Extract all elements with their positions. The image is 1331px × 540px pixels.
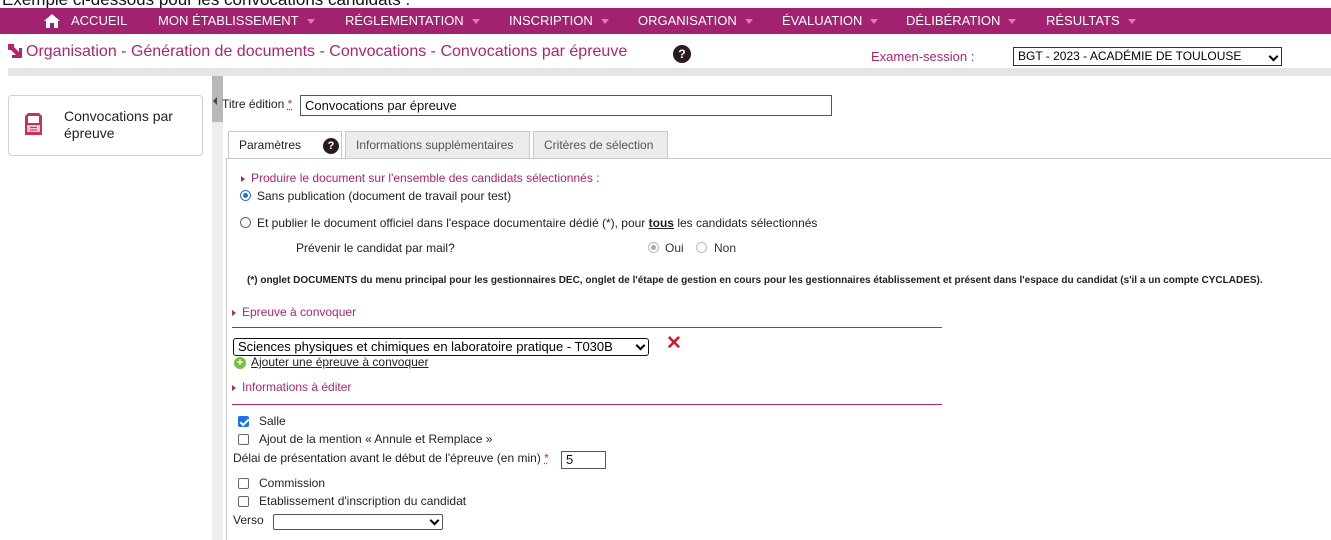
epreuve-select-value: Sciences physiques et chimiques en labor… — [238, 339, 613, 354]
radio-oui[interactable] — [648, 242, 659, 253]
help-icon[interactable]: ? — [323, 138, 339, 154]
triangle-right-icon — [232, 384, 236, 391]
infos-heading: Informations à éditer — [232, 380, 351, 394]
chevron-down-icon — [1008, 19, 1017, 25]
title-edition-label: Titre édition * — [222, 97, 293, 111]
delete-icon[interactable]: ✕ — [666, 334, 682, 353]
tab-informations-supplementaires[interactable]: Informations supplémentaires — [345, 131, 530, 158]
chevron-down-icon — [1268, 51, 1279, 62]
tab-label: Informations supplémentaires — [356, 138, 514, 152]
epreuve-heading: Epreuve à convoquer — [232, 305, 356, 319]
checkbox-etablissement[interactable] — [238, 496, 249, 507]
caption-text: Exemple ci-dessous pour les convocations… — [2, 0, 410, 8]
delai-label: Délai de présentation avant le début de … — [233, 451, 549, 465]
nav-item-evaluation[interactable]: ÉVALUATION — [782, 13, 879, 28]
exam-session-label: Examen-session : — [871, 49, 975, 64]
checkbox-commission-label: Commission — [259, 476, 326, 490]
document-print-icon — [25, 113, 42, 135]
caption-text-strip: Exemple ci-dessous pour les convocations… — [0, 0, 1331, 8]
required-mark: * — [544, 451, 549, 465]
radio-publier[interactable] — [240, 217, 251, 228]
home-icon[interactable] — [44, 14, 60, 28]
header-divider — [8, 68, 1331, 76]
produire-heading: Produire le document sur l'ensemble des … — [241, 171, 600, 185]
section-divider — [232, 404, 942, 405]
nav-item-resultats[interactable]: RÉSULTATS — [1046, 13, 1136, 28]
chevron-down-icon — [429, 515, 440, 526]
nav-item-accueil[interactable]: ACCUEIL — [71, 13, 127, 28]
checkbox-salle[interactable] — [238, 416, 249, 427]
triangle-right-icon — [232, 309, 236, 316]
nav-item-organisation[interactable]: ORGANISATION — [638, 13, 753, 28]
collapse-left-icon[interactable] — [213, 97, 217, 105]
radio-sans-publication[interactable] — [240, 190, 251, 201]
radio-sans-publication-label: Sans publication (document de travail po… — [257, 189, 512, 203]
checkbox-salle-label: Salle — [259, 414, 286, 428]
checkbox-annule-remplace[interactable] — [238, 434, 249, 445]
arrow-down-right-icon — [8, 44, 22, 58]
add-epreuve-link[interactable]: Ajouter une épreuve à convoquer — [251, 355, 428, 369]
nav-item-deliberation[interactable]: DÉLIBÉRATION — [906, 13, 1017, 28]
chevron-down-icon — [635, 340, 646, 351]
triangle-right-icon — [241, 175, 245, 182]
checkbox-etablissement-label: Etablissement d'inscription du candidat — [259, 494, 467, 508]
sidebar-item-label: Convocations par épreuve — [64, 108, 173, 141]
verso-select[interactable] — [273, 514, 443, 530]
verso-label: Verso — [233, 513, 264, 527]
checkbox-annule-remplace-label: Ajout de la mention « Annule et Remplace… — [259, 432, 493, 446]
radio-non-label: Non — [714, 241, 737, 255]
sidebar-item-convocations-par-epreuve[interactable]: Convocations par épreuve — [8, 95, 203, 156]
tab-label: Paramètres — [239, 138, 302, 152]
radio-non[interactable] — [696, 242, 707, 253]
top-navigation-bar: ACCUEIL MON ÉTABLISSEMENT RÉGLEMENTATION… — [0, 8, 1331, 34]
tab-label: Critères de sélection — [544, 138, 654, 152]
breadcrumb-bar: Organisation - Génération de documents -… — [0, 34, 1331, 68]
panel-splitter[interactable] — [212, 76, 223, 540]
nav-item-mon-etablissement[interactable]: MON ÉTABLISSEMENT — [158, 13, 315, 28]
chevron-down-icon — [306, 19, 315, 25]
exam-session-value: BGT - 2023 - ACADÉMIE DE TOULOUSE — [1018, 49, 1242, 63]
help-icon[interactable]: ? — [673, 45, 691, 63]
prevenir-label: Prévenir le candidat par mail? — [296, 241, 455, 255]
nav-item-reglementation[interactable]: RÉGLEMENTATION — [345, 13, 480, 28]
delai-input[interactable]: 5 — [561, 451, 606, 469]
title-edition-input[interactable]: Convocations par épreuve — [300, 95, 832, 116]
tab-parametres[interactable]: Paramètres ? — [228, 131, 342, 159]
section-divider — [232, 327, 942, 328]
add-icon[interactable]: + — [234, 357, 246, 369]
documents-note: (*) onglet DOCUMENTS du menu principal p… — [247, 275, 1263, 286]
chevron-down-icon — [870, 19, 879, 25]
breadcrumb: Organisation - Génération de documents -… — [26, 43, 628, 60]
chevron-down-icon — [744, 19, 753, 25]
chevron-down-icon — [600, 19, 609, 25]
epreuve-select[interactable]: Sciences physiques et chimiques en labor… — [233, 338, 649, 356]
checkbox-commission[interactable] — [238, 478, 249, 489]
required-mark: * — [287, 97, 293, 111]
exam-session-select[interactable]: BGT - 2023 - ACADÉMIE DE TOULOUSE — [1013, 47, 1282, 66]
nav-item-inscription[interactable]: INSCRIPTION — [509, 13, 609, 28]
chevron-down-icon — [1127, 19, 1136, 25]
tab-criteres-selection[interactable]: Critères de sélection — [533, 131, 668, 158]
radio-publier-label: Et publier le document officiel dans l'e… — [257, 216, 818, 230]
radio-oui-label: Oui — [665, 241, 684, 255]
chevron-down-icon — [471, 19, 480, 25]
